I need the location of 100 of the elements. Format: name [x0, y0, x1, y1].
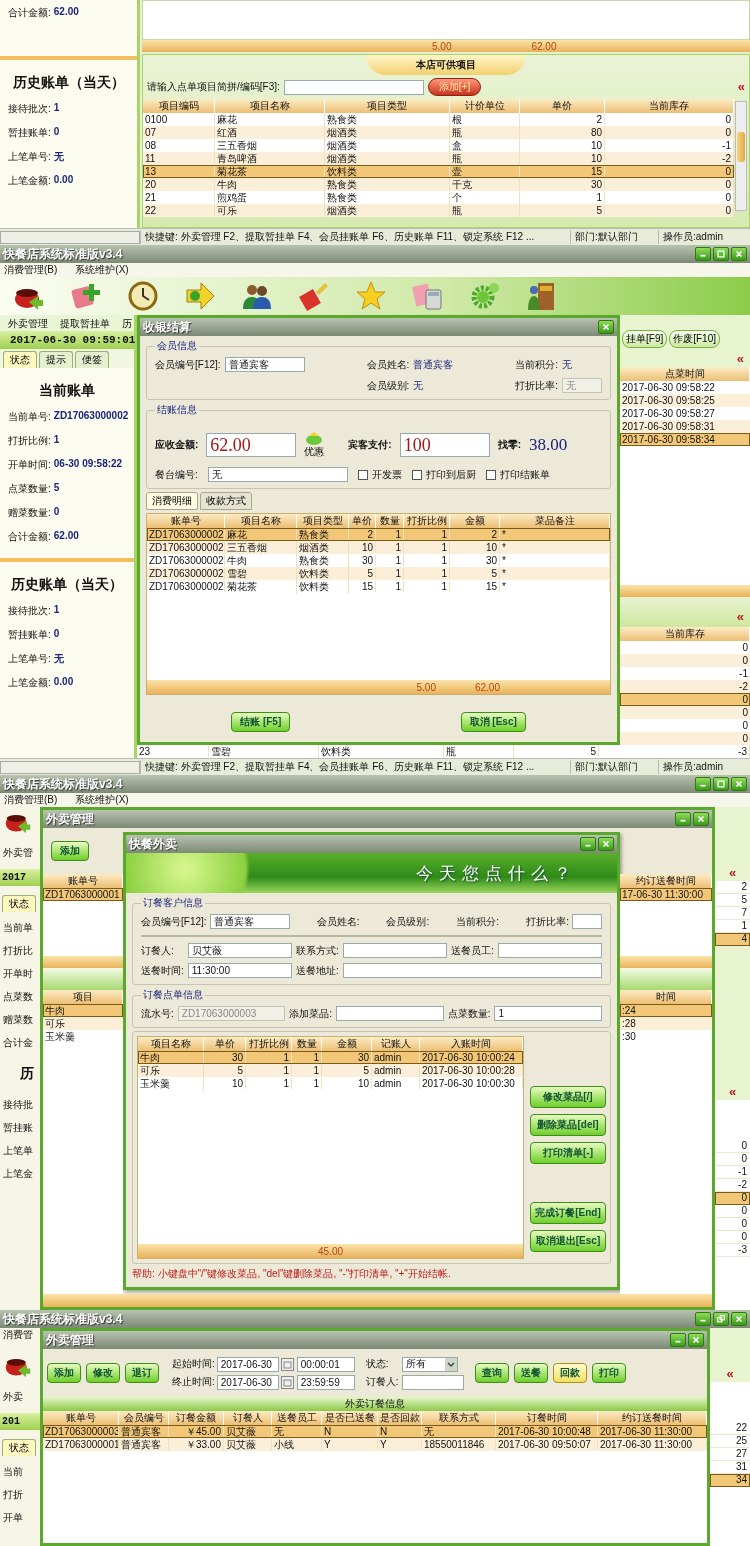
table-row[interactable]: 20 牛肉 熟食类 千克 30 0 [143, 178, 734, 191]
table-row[interactable]: 0 [620, 732, 750, 745]
text-field[interactable]: 11:30:00 [187, 963, 292, 978]
table-row[interactable]: 17-06-30 11:30:00 [620, 888, 712, 901]
status-dropdown[interactable]: 所有 [401, 1356, 458, 1372]
table-row[interactable]: 0 [620, 693, 750, 706]
search-field[interactable] [283, 79, 424, 95]
toolbar-label[interactable]: 提取暂挂单 [60, 317, 110, 329]
menu-item[interactable]: 消费管理(B) [4, 263, 58, 277]
collapse-button[interactable]: « [728, 867, 737, 879]
table-row[interactable]: 0 [620, 706, 750, 719]
table-row[interactable]: 牛肉 [43, 1004, 123, 1017]
collapse-button[interactable]: « [736, 611, 744, 623]
calendar-icon[interactable] [280, 1375, 294, 1389]
text-field[interactable] [336, 1006, 444, 1021]
menu-item[interactable]: 系统维护(X) [75, 263, 129, 277]
menu-item[interactable]: 系统维护(X) [75, 793, 129, 807]
time-field[interactable]: 00:00:01 [296, 1356, 355, 1372]
close-button[interactable] [688, 1333, 704, 1347]
close-button[interactable] [731, 247, 747, 261]
toolbar-label[interactable]: 外卖管理 [8, 317, 48, 329]
action-button[interactable]: 修改 [86, 1363, 120, 1383]
collapse-button[interactable]: « [736, 353, 744, 365]
table-row[interactable]: 可乐 [43, 1017, 123, 1030]
table-row[interactable]: :24 [620, 1004, 712, 1017]
action-button[interactable]: 取消退出[Esc] [530, 1230, 606, 1252]
tab[interactable]: 状态 [2, 1439, 36, 1456]
scrollbar[interactable] [735, 101, 747, 211]
action-button[interactable]: 结账 [F5] [231, 712, 291, 732]
maximize-button[interactable] [713, 247, 729, 261]
column-header[interactable]: 点菜时间 [620, 367, 750, 381]
action-button[interactable]: 添加 [51, 841, 89, 861]
action-button[interactable]: 修改菜品[/] [530, 1086, 606, 1108]
toolbar-label[interactable]: 外卖管 [0, 846, 40, 860]
date-field[interactable]: 2017-06-30 [216, 1374, 279, 1390]
tab[interactable]: 状态 [2, 895, 36, 912]
text-field[interactable] [401, 1374, 464, 1390]
checkbox[interactable] [357, 469, 368, 480]
table-row[interactable]: 玉米羹 10 1 1 10 admin 2017-06-30 10:00:30 [138, 1077, 523, 1090]
table-row[interactable]: 2017-06-30 09:58:34 [620, 433, 750, 446]
text-field[interactable]: 普通宾客 [209, 914, 290, 929]
table-row[interactable]: -1 [620, 667, 750, 680]
payment-field[interactable]: 100 [399, 433, 490, 457]
table-row[interactable]: 可乐 5 1 1 5 admin 2017-06-30 10:00:28 [138, 1064, 523, 1077]
action-button[interactable]: 查询 [474, 1363, 509, 1383]
menu-item[interactable]: 消费管理(B) [4, 793, 58, 807]
minimize-button[interactable] [670, 1333, 686, 1347]
member-field[interactable]: 普通宾客 [224, 357, 305, 372]
star-icon[interactable] [355, 280, 387, 312]
column-header[interactable]: 当前库存 [620, 627, 750, 641]
table-row[interactable]: ZD17063000002 三五香烟 烟酒类 10 1 1 10 * [147, 541, 610, 554]
calendar-icon[interactable] [280, 1357, 294, 1371]
collapse-button[interactable]: « [726, 1368, 734, 1380]
table-row[interactable]: 玉米羹 [43, 1030, 123, 1043]
table-row[interactable]: ZD17063000002 麻花 熟食类 2 1 1 2 * [147, 528, 610, 541]
table-row[interactable]: 11 青岛啤酒 烟酒类 瓶 10 -2 [143, 152, 734, 165]
minimize-button[interactable] [675, 812, 691, 826]
date-field[interactable]: 2017-06-30 [216, 1356, 279, 1372]
close-button[interactable] [598, 837, 614, 851]
close-button[interactable] [598, 320, 614, 334]
column-header[interactable]: 项目编码 [143, 99, 215, 113]
toolbar-button[interactable]: 挂单[F9] [622, 330, 668, 348]
table-row[interactable]: 2017-06-30 09:58:27 [620, 407, 750, 420]
text-field[interactable] [342, 943, 447, 958]
table-number-field[interactable]: 无 [207, 467, 348, 482]
table-row[interactable]: 2017-06-30 09:58:25 [620, 394, 750, 407]
action-button[interactable]: 删除菜品[del] [530, 1114, 606, 1136]
arrow-icon[interactable] [184, 280, 216, 312]
menu-item[interactable]: 消费管 [0, 1328, 40, 1342]
text-field[interactable] [497, 943, 602, 958]
checkbox[interactable] [411, 469, 422, 480]
table-row[interactable]: ZD17063000002 菊花茶 饮料类 15 1 1 15 * [147, 580, 610, 593]
toolbar-label[interactable]: 外卖 [0, 1390, 40, 1404]
text-field[interactable]: 1 [494, 1006, 602, 1021]
clock-icon[interactable] [127, 280, 159, 312]
table-row[interactable]: -2 [620, 680, 750, 693]
table-row[interactable]: :30 [620, 1030, 712, 1043]
action-button[interactable]: 完成订餐[End] [530, 1202, 606, 1224]
text-field[interactable] [571, 914, 602, 929]
action-button[interactable]: 退订 [125, 1363, 159, 1383]
table-row[interactable]: 07 红酒 烟酒类 瓶 80 0 [143, 126, 734, 139]
amount-field[interactable]: 62.00 [206, 433, 297, 457]
brush-icon[interactable] [298, 280, 330, 312]
minimize-button[interactable] [580, 837, 596, 851]
tab[interactable]: 便签 [75, 351, 109, 368]
minimize-button[interactable] [695, 247, 711, 261]
action-button[interactable]: 添加 [47, 1363, 81, 1383]
column-header[interactable]: 计价单位 [450, 99, 520, 113]
action-button[interactable]: 取消 [Esc] [460, 712, 526, 732]
toolbar-label[interactable]: 历 [122, 317, 132, 329]
text-field[interactable]: 贝艾薇 [187, 943, 292, 958]
action-button[interactable]: 打印清单[-] [530, 1142, 606, 1164]
action-button[interactable]: 回款 [552, 1363, 587, 1383]
table-row[interactable]: 2017-06-30 09:58:22 [620, 381, 750, 394]
minimize-button[interactable] [695, 777, 711, 791]
time-field[interactable]: 23:59:59 [296, 1374, 355, 1390]
table-row[interactable]: 22 可乐 烟酒类 瓶 5 0 [143, 204, 734, 217]
collapse-button[interactable]: « [728, 1086, 737, 1098]
table-row[interactable]: :28 [620, 1017, 712, 1030]
table-row[interactable]: ZD17063000002 雪碧 饮料类 5 1 1 5 * [147, 567, 610, 580]
